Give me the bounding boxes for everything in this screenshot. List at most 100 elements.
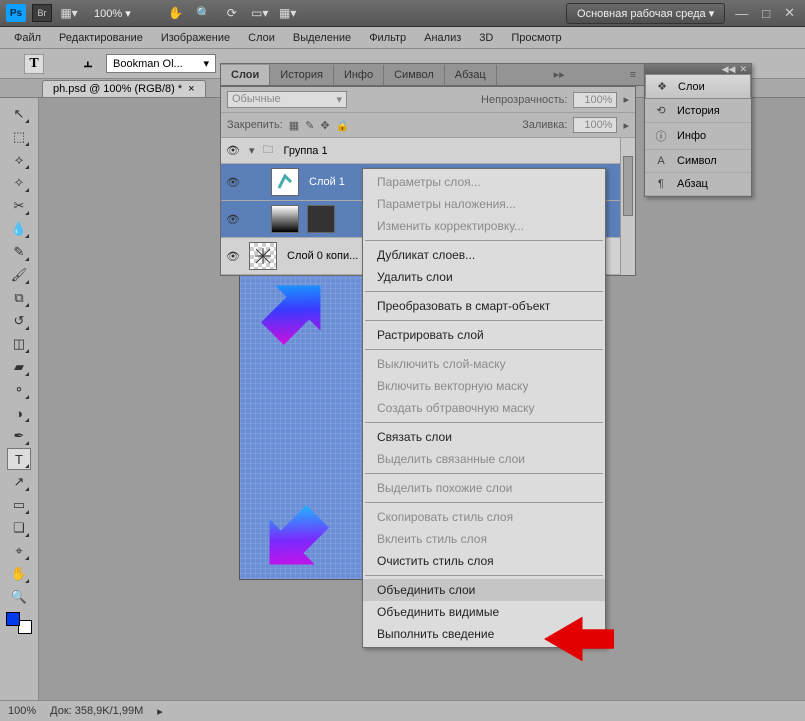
flyout-item[interactable]: AСимвол [645,150,751,173]
layer-thumbnail[interactable] [249,242,277,270]
crop-tool-icon[interactable]: ✂ [7,195,31,217]
context-menu-item[interactable]: Преобразовать в смарт-объект [363,295,605,317]
rotate-view-icon[interactable]: ⟳ [221,4,243,22]
zoom-tool-icon[interactable]: 🔍 [193,4,215,22]
hand-nav-tool-icon[interactable]: ✋ [7,563,31,585]
panel-tab-info[interactable]: Инфо [334,65,384,85]
zoom-dropdown[interactable]: 100% ▾ [86,7,139,20]
menu-layers[interactable]: Слои [240,29,283,47]
flyout-item[interactable]: ⟲История [645,99,751,123]
3d-camera-tool-icon[interactable]: ⌖ [7,540,31,562]
document-tab-close-icon[interactable]: × [188,83,194,95]
layer-name[interactable]: Слой 0 копи... [281,250,358,262]
panel-tab-layers[interactable]: Слои [221,65,270,85]
layer-thumbnail[interactable] [271,205,299,233]
annotation-arrow-icon [544,609,614,669]
menu-view[interactable]: Просмотр [503,29,569,47]
menu-analysis[interactable]: Анализ [416,29,469,47]
history-brush-tool-icon[interactable]: ↺ [7,310,31,332]
lock-all-icon[interactable]: 🔒 [336,119,350,132]
lock-icons: ▦ ✎ ✥ 🔒 [289,119,350,132]
shape-tool-icon[interactable]: ▭ [7,494,31,516]
lasso-tool-icon[interactable]: ⟡ [7,149,31,171]
color-swatches[interactable] [6,612,32,634]
visibility-toggle-icon[interactable]: 👁 [221,213,245,226]
visibility-toggle-icon[interactable]: 👁 [221,176,245,189]
menu-select[interactable]: Выделение [285,29,359,47]
flyout-item[interactable]: ❖Слои [645,74,751,99]
menu-image[interactable]: Изображение [153,29,238,47]
menu-3d[interactable]: 3D [471,29,501,47]
heal-tool-icon[interactable]: ✎ [7,241,31,263]
text-orientation-icon[interactable]: ⫠ [78,54,98,74]
folder-icon: 🗀 [259,141,278,160]
blur-tool-icon[interactable]: ⚬ [7,379,31,401]
layer-scrollbar[interactable] [620,138,635,275]
lock-move-icon[interactable]: ✥ [320,119,329,132]
panel-tab-character[interactable]: Символ [384,65,445,85]
3d-tool-icon[interactable]: ❏ [7,517,31,539]
font-family-dropdown[interactable]: Bookman Ol...▾ [106,54,216,73]
dodge-tool-icon[interactable]: ◑ [7,402,31,424]
context-menu-item[interactable]: Объединить слои [363,579,605,601]
visibility-toggle-icon[interactable]: 👁 [221,144,245,157]
context-menu-item[interactable]: Связать слои [363,426,605,448]
visibility-toggle-icon[interactable]: 👁 [221,250,245,263]
group-name[interactable]: Группа 1 [278,145,328,157]
context-menu-item[interactable]: Растрировать слой [363,324,605,346]
flyout-item[interactable]: ¶Абзац [645,173,751,196]
close-icon[interactable]: ✕ [780,5,799,21]
status-arrow-icon[interactable]: ▸ [157,705,163,718]
layer-mask-thumbnail[interactable] [307,205,335,233]
blend-mode-dropdown[interactable]: Обычные▾ [227,91,347,108]
pen-tool-icon[interactable]: ✒ [7,425,31,447]
context-menu-separator [365,349,603,350]
lock-transparent-icon[interactable]: ▦ [289,119,299,132]
hand-tool-icon[interactable]: ✋ [165,4,187,22]
panel-tab-history[interactable]: История [270,65,334,85]
document-canvas[interactable] [239,270,369,580]
context-menu-item[interactable]: Очистить стиль слоя [363,550,605,572]
eraser-tool-icon[interactable]: ◫ [7,333,31,355]
document-tab[interactable]: ph.psd @ 100% (RGB/8) * × [42,80,206,97]
zoom-nav-tool-icon[interactable]: 🔍 [7,586,31,608]
status-zoom[interactable]: 100% [8,705,36,717]
panel-menu-icon[interactable]: ≡ [622,65,644,85]
minimize-icon[interactable]: — [731,6,752,21]
workspace-switcher[interactable]: Основная рабочая среда ▾ [566,3,725,24]
context-menu-item[interactable]: Удалить слои [363,266,605,288]
lock-paint-icon[interactable]: ✎ [305,119,314,132]
panel-tab-paragraph[interactable]: Абзац [445,65,497,85]
history-grid-icon[interactable]: ▦▾ [58,4,80,22]
menu-filter[interactable]: Фильтр [361,29,414,47]
status-doc-size[interactable]: Док: 358,9K/1,99M [50,705,143,717]
stamp-tool-icon[interactable]: ⧉ [7,287,31,309]
menu-file[interactable]: Файл [6,29,49,47]
screen-mode-icon[interactable]: ▭▾ [249,4,271,22]
flyout-item-label: Слои [678,81,705,93]
layer-name[interactable]: Слой 1 [303,176,345,188]
text-tool-preset-icon[interactable]: T [24,54,44,74]
gradient-tool-icon[interactable]: ▰ [7,356,31,378]
eyedropper-tool-icon[interactable]: 💧 [7,218,31,240]
arrange-icon[interactable]: ▦▾ [277,4,299,22]
ps-logo-icon: Ps [6,4,26,22]
maximize-icon[interactable]: □ [758,6,774,21]
marquee-tool-icon[interactable]: ⬚ [7,126,31,148]
group-expand-icon[interactable]: ▾ [245,144,259,157]
move-tool-icon[interactable]: ↖ [7,103,31,125]
context-menu-item[interactable]: Дубликат слоев... [363,244,605,266]
menu-edit[interactable]: Редактирование [51,29,151,47]
wand-tool-icon[interactable]: ✧ [7,172,31,194]
brush-tool-icon[interactable]: 🖌 [7,264,31,286]
layer-thumbnail[interactable] [271,168,299,196]
flyout-titlebar[interactable]: ◀◀✕ [645,64,751,74]
bridge-logo-icon[interactable]: Br [32,4,52,22]
layer-group-row[interactable]: 👁 ▾ 🗀 Группа 1 [221,138,635,164]
path-select-tool-icon[interactable]: ↗ [7,471,31,493]
opacity-input[interactable]: 100% [573,92,617,108]
panel-collapse-icon[interactable]: ▸▸ [546,64,573,85]
fill-input[interactable]: 100% [573,117,617,133]
text-tool-icon[interactable]: T [7,448,31,470]
flyout-item[interactable]: ⓘИнфо [645,123,751,150]
